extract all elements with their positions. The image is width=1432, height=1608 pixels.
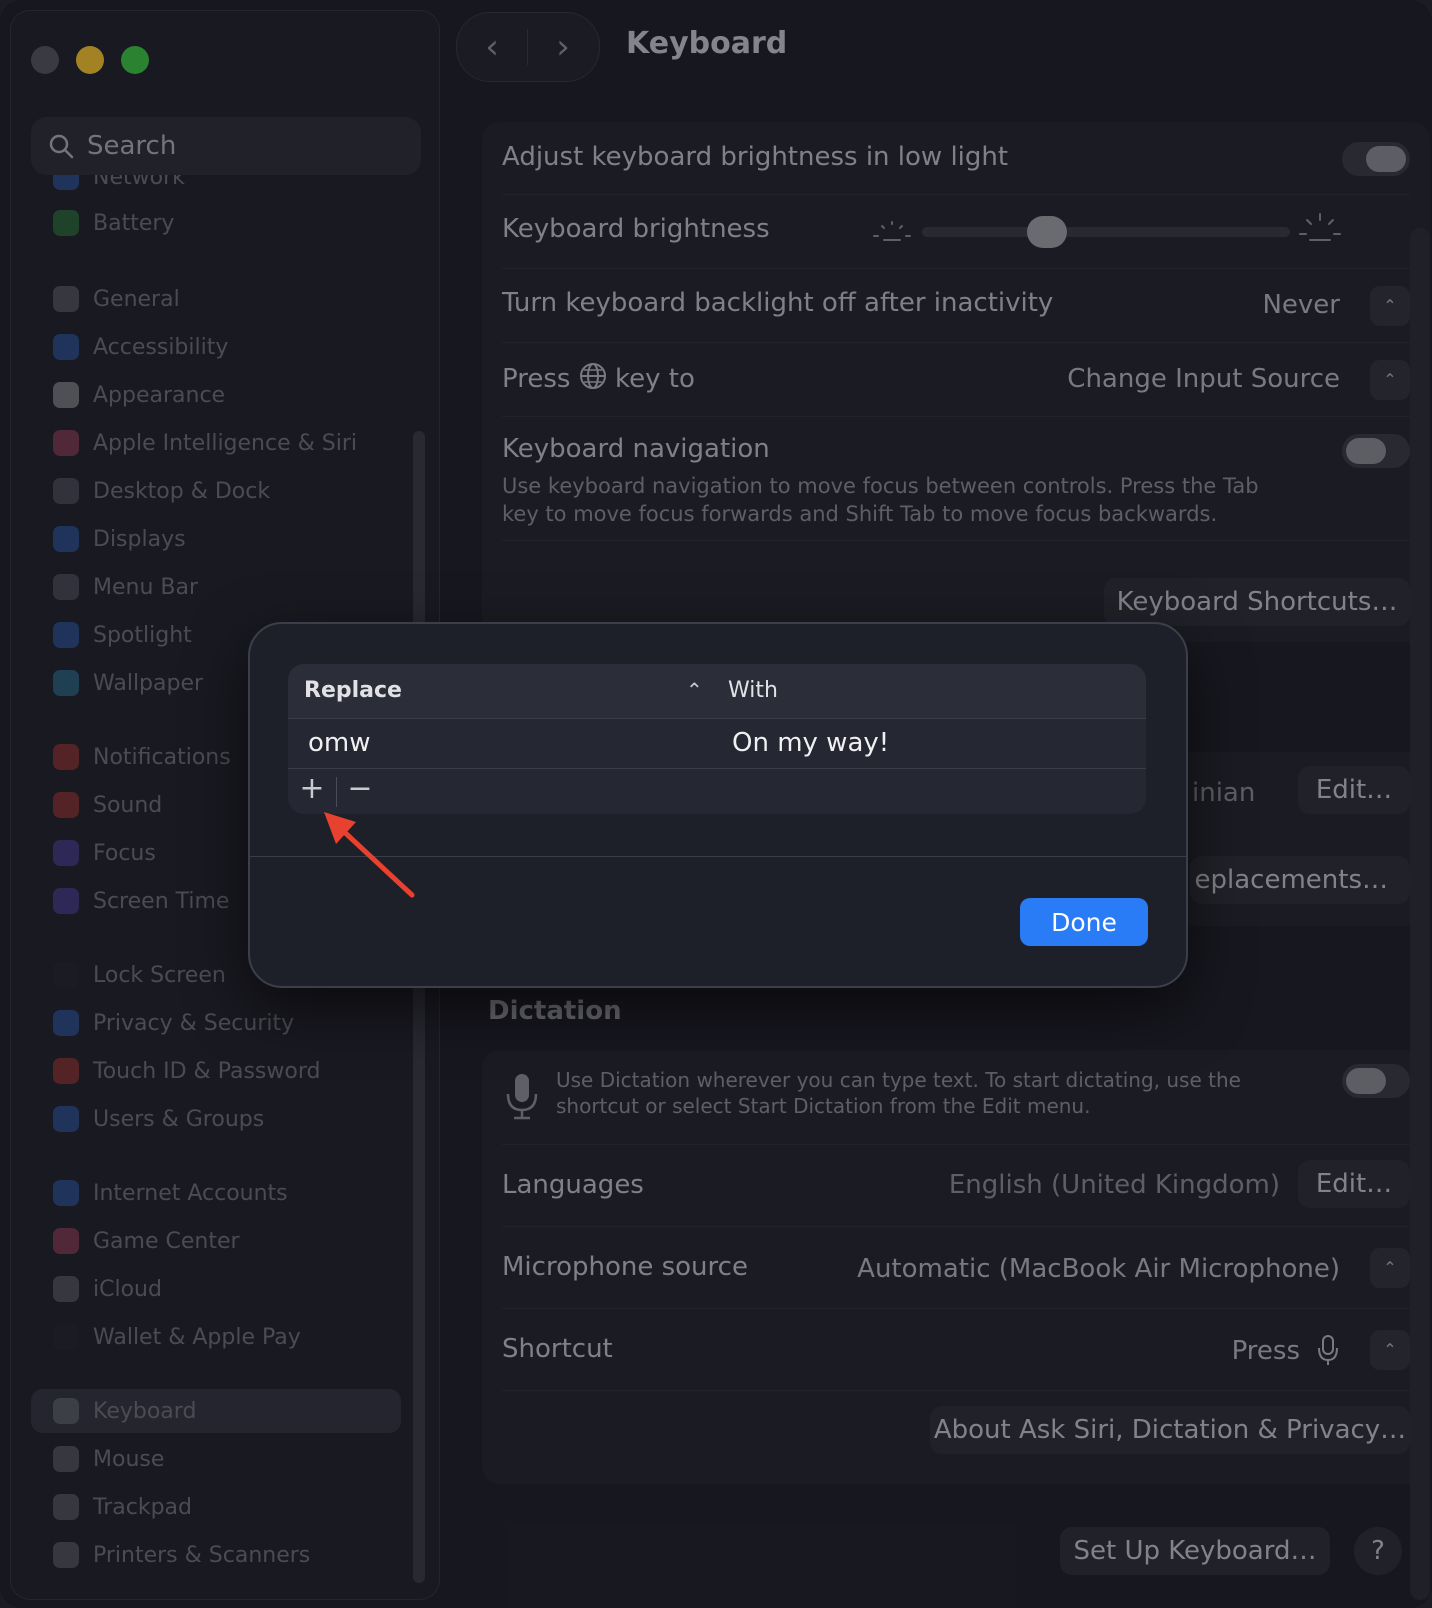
table-footer: + −	[288, 768, 1146, 814]
sort-ascending-icon[interactable]: ⌃	[686, 678, 703, 702]
settings-window: Network Battery General Accessibility Appear…	[0, 0, 1432, 1608]
add-icon[interactable]: +	[292, 771, 332, 806]
with-cell[interactable]: On my way!	[732, 728, 889, 758]
table-header: Replace ⌃ With	[288, 664, 1146, 719]
with-column-header[interactable]: With	[728, 678, 778, 703]
text-replacements-sheet: Replace ⌃ With omw On my way! + − Done	[248, 622, 1188, 988]
remove-icon[interactable]: −	[340, 771, 380, 806]
sheet-divider	[250, 856, 1186, 857]
replace-cell[interactable]: omw	[308, 728, 371, 758]
replace-column-header[interactable]: Replace	[304, 678, 402, 703]
replacements-table: Replace ⌃ With omw On my way! + −	[288, 664, 1146, 814]
footer-separator	[336, 777, 337, 807]
done-button[interactable]: Done	[1020, 898, 1148, 946]
